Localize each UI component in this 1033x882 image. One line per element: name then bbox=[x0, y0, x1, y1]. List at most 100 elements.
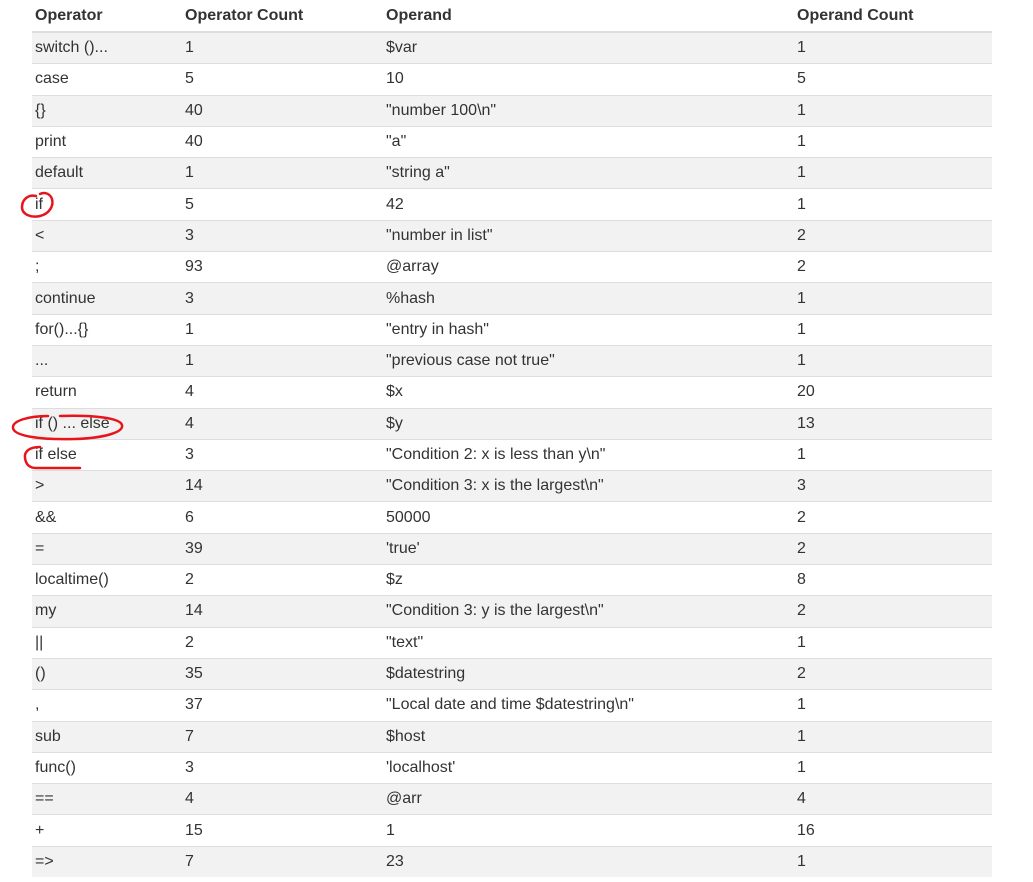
cell-operator: for()...{} bbox=[32, 313, 182, 346]
cell-operator: + bbox=[32, 814, 182, 847]
table-header: Operator Operator Count Operand Operand … bbox=[32, 0, 992, 33]
cell-operand: $y bbox=[383, 407, 794, 440]
cell-operator-count: 93 bbox=[182, 251, 383, 283]
cell-operand-count: 1 bbox=[794, 125, 992, 158]
cell-operand: "entry in hash" bbox=[383, 313, 794, 346]
cell-operator: => bbox=[32, 845, 182, 878]
cell-operator-count: 1 bbox=[182, 344, 383, 377]
cell-operator: case bbox=[32, 63, 182, 96]
cell-operand: $var bbox=[383, 31, 794, 64]
cell-operator-count: 40 bbox=[182, 125, 383, 158]
cell-operand: $host bbox=[383, 720, 794, 753]
cell-operator-count: 6 bbox=[182, 501, 383, 534]
table-row: <3 "number in list" 2 bbox=[32, 219, 992, 252]
cell-operator-count: 3 bbox=[182, 219, 383, 252]
cell-operand-count: 2 bbox=[794, 501, 992, 534]
cell-operator: switch ()... bbox=[32, 31, 182, 64]
cell-operand: "number in list" bbox=[383, 219, 794, 252]
cell-operator-count: 4 bbox=[182, 783, 383, 815]
table-row: if 5 42 1 bbox=[32, 188, 992, 221]
table-row: , 37 "Local date and time $datestring\n" 1 bbox=[32, 689, 992, 722]
cell-operator-count: 5 bbox=[182, 188, 383, 221]
cell-operator-count: 15 bbox=[182, 814, 383, 847]
cell-operand-count: 1 bbox=[794, 31, 992, 64]
cell-operator-count: 4 bbox=[182, 376, 383, 409]
table-row: switch ()... 1 $var 1 bbox=[32, 31, 992, 64]
table-row: print 40 "a" 1 bbox=[32, 125, 992, 158]
cell-operand-count: 1 bbox=[794, 313, 992, 346]
cell-operator-count: 37 bbox=[182, 689, 383, 722]
cell-operand: 10 bbox=[383, 63, 794, 96]
table-body: switch ()... 1 $var 1 case 5 10 5{} 40 "number 10… bbox=[32, 31, 992, 878]
cell-operand: "Local date and time $datestring\n" bbox=[383, 689, 794, 722]
table-row: && 6 50000 2 bbox=[32, 501, 992, 534]
table-row: ; 93 @array 2 bbox=[32, 251, 992, 283]
cell-operator-count: 14 bbox=[182, 470, 383, 502]
cell-operand-count: 1 bbox=[794, 845, 992, 878]
header-operand-count: Operand Count bbox=[794, 0, 992, 33]
cell-operand-count: 1 bbox=[794, 188, 992, 221]
cell-operand-count: 1 bbox=[794, 689, 992, 722]
cell-operand: 1 bbox=[383, 814, 794, 847]
header-operator-count: Operator Count bbox=[182, 0, 383, 33]
table-row: localtime() 2 $z 8 bbox=[32, 564, 992, 596]
cell-operand-count: 4 bbox=[794, 783, 992, 815]
cell-operator: == bbox=[32, 783, 182, 815]
cell-operator: {} bbox=[32, 94, 182, 127]
cell-operand-count: 3 bbox=[794, 470, 992, 502]
cell-operand-count: 1 bbox=[794, 94, 992, 127]
cell-operator: func() bbox=[32, 751, 182, 784]
cell-operand-count: 2 bbox=[794, 251, 992, 283]
cell-operator-count: 3 bbox=[182, 751, 383, 784]
cell-operand: "Condition 3: y is the largest\n" bbox=[383, 595, 794, 628]
table-row: default 1 "string a" 1 bbox=[32, 157, 992, 189]
operator-operand-table: Operator Operator Count Operand Operand … bbox=[32, 0, 992, 878]
cell-operator: < bbox=[32, 219, 182, 252]
cell-operand: $z bbox=[383, 564, 794, 596]
cell-operator: || bbox=[32, 626, 182, 659]
cell-operand: %hash bbox=[383, 282, 794, 315]
cell-operator: , bbox=[32, 689, 182, 722]
cell-operator-count: 3 bbox=[182, 282, 383, 315]
cell-operator-count: 3 bbox=[182, 438, 383, 471]
cell-operator: ... bbox=[32, 344, 182, 377]
cell-operator: continue bbox=[32, 282, 182, 315]
table-row: sub 7 $host 1 bbox=[32, 720, 992, 753]
table-row: || 2 "text" 1 bbox=[32, 626, 992, 659]
table-row: () 35 $datestring 2 bbox=[32, 657, 992, 690]
cell-operator-count: 5 bbox=[182, 63, 383, 96]
cell-operand: "Condition 3: x is the largest\n" bbox=[383, 470, 794, 502]
cell-operator-count: 14 bbox=[182, 595, 383, 628]
cell-operator: = bbox=[32, 532, 182, 565]
cell-operator: return bbox=[32, 376, 182, 409]
cell-operand: $datestring bbox=[383, 657, 794, 690]
cell-operand-count: 1 bbox=[794, 282, 992, 315]
cell-operator-count: 7 bbox=[182, 845, 383, 878]
cell-operator: localtime() bbox=[32, 564, 182, 596]
cell-operator: && bbox=[32, 501, 182, 534]
cell-operator: sub bbox=[32, 720, 182, 753]
table-row: return 4 $x 20 bbox=[32, 376, 992, 409]
cell-operator-count: 4 bbox=[182, 407, 383, 440]
cell-operand-count: 2 bbox=[794, 657, 992, 690]
cell-operand-count: 8 bbox=[794, 564, 992, 596]
table-row: >14 "Condition 3: x is the largest\n" 3 bbox=[32, 470, 992, 502]
cell-operand: "text" bbox=[383, 626, 794, 659]
cell-operand: 50000 bbox=[383, 501, 794, 534]
cell-operator: print bbox=[32, 125, 182, 158]
cell-operator-count: 2 bbox=[182, 564, 383, 596]
cell-operand: "Condition 2: x is less than y\n" bbox=[383, 438, 794, 471]
cell-operand-count: 2 bbox=[794, 595, 992, 628]
table-row: func() 3'localhost' 1 bbox=[32, 751, 992, 784]
cell-operand-count: 1 bbox=[794, 751, 992, 784]
table-row: case 5 10 5 bbox=[32, 63, 992, 96]
cell-operator: ; bbox=[32, 251, 182, 283]
table-row: continue 3 %hash 1 bbox=[32, 282, 992, 315]
table-row: == 4 @arr 4 bbox=[32, 783, 992, 815]
cell-operand-count: 16 bbox=[794, 814, 992, 847]
cell-operand-count: 1 bbox=[794, 157, 992, 189]
header-operator: Operator bbox=[32, 0, 182, 33]
cell-operand: "previous case not true" bbox=[383, 344, 794, 377]
cell-operator-count: 40 bbox=[182, 94, 383, 127]
cell-operand: "number 100\n" bbox=[383, 94, 794, 127]
